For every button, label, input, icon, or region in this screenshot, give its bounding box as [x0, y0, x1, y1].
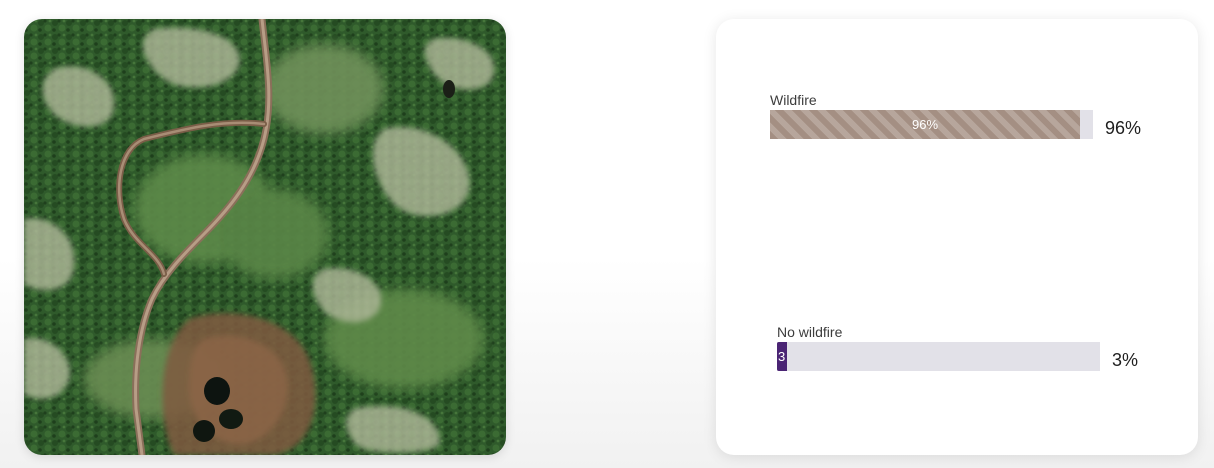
- no-wildfire-bar: 3: [777, 342, 1100, 371]
- satellite-image: [24, 19, 506, 455]
- wildfire-bar: 96%: [770, 110, 1093, 139]
- classification-results-card: Wildfire 96% 96% No wildfire 3 3%: [716, 19, 1198, 455]
- wildfire-percent: 96%: [1105, 118, 1142, 138]
- wildfire-label: Wildfire: [770, 92, 817, 108]
- no-wildfire-percent: 3%: [1112, 350, 1139, 370]
- wildfire-bar-text: 96%: [911, 117, 939, 132]
- no-wildfire-bar-text: 3: [778, 349, 786, 364]
- no-wildfire-label: No wildfire: [777, 324, 843, 340]
- satellite-forest-image: [24, 19, 506, 455]
